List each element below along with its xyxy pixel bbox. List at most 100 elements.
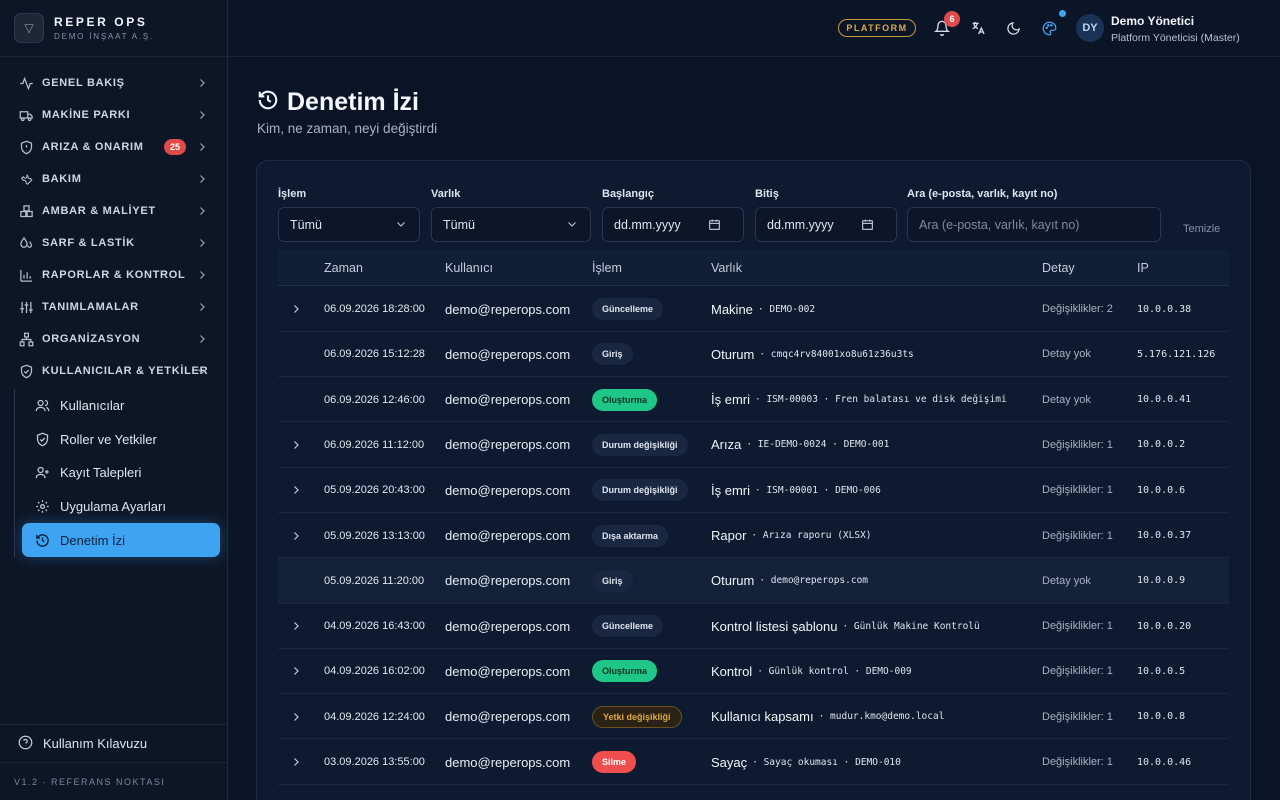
sidebar-item-sarf-lastik[interactable]: SARF & LASTİK xyxy=(0,227,227,259)
sidebar-item-roller-yetkiler[interactable]: Roller ve Yetkiler xyxy=(0,423,227,457)
sidebar-subnav: Kullanıcılar Roller ve Yetkiler Kayıt Ta… xyxy=(0,389,227,557)
entity-reference: · IE-DEMO-0024 · DEMO-001 xyxy=(746,439,890,451)
search-input[interactable]: Ara (e-posta, varlık, kayıt no) xyxy=(907,207,1161,242)
cell-operation: Durum değişikliği xyxy=(592,468,688,513)
shield-check-icon xyxy=(18,363,34,379)
expand-row-chevron-icon[interactable] xyxy=(290,649,302,694)
operation-badge: Dışa aktarma xyxy=(592,524,669,547)
chevron-right-icon xyxy=(196,268,208,286)
sidebar-item-kayit-talepleri[interactable]: Kayıt Talepleri xyxy=(0,456,227,490)
expand-row-chevron-icon[interactable] xyxy=(290,287,302,332)
cell-entity: Rapor · Arıza raporu (XLSX) xyxy=(711,513,872,558)
entity-type: Sayaç xyxy=(711,754,748,770)
entity-type: Kontrol listesi şablonu xyxy=(711,618,838,634)
column-header-time[interactable]: Zaman xyxy=(324,261,363,275)
column-header-entity[interactable]: Varlık xyxy=(711,261,742,275)
calendar-icon[interactable] xyxy=(861,218,874,234)
cell-detail: Detay yok xyxy=(1042,574,1091,587)
start-date-label: Başlangıç xyxy=(602,188,654,200)
cell-detail: Değişiklikler: 1 xyxy=(1042,529,1113,542)
column-header-user[interactable]: Kullanıcı xyxy=(445,261,493,275)
sidebar-item-tanimlamalar[interactable]: TANIMLAMALAR xyxy=(0,291,227,323)
operation-badge: Güncelleme xyxy=(592,615,664,638)
history-icon xyxy=(257,89,279,116)
translate-icon[interactable] xyxy=(968,18,988,38)
cell-detail: Değişiklikler: 2 xyxy=(1042,303,1113,315)
sidebar-item-kullanicilar[interactable]: Kullanıcılar xyxy=(0,389,227,423)
user-name[interactable]: Demo Yönetici xyxy=(1111,14,1194,28)
sidebar-item-ambar-maliyet[interactable]: AMBAR & MALİYET xyxy=(0,195,227,227)
entity-type: İş emri xyxy=(711,482,750,498)
column-header-detail[interactable]: Detay xyxy=(1042,261,1075,275)
count-badge: 25 xyxy=(164,139,186,155)
cell-operation: Oluşturma xyxy=(592,377,658,422)
cell-entity: Kontrol · Günlük kontrol · DEMO-009 xyxy=(711,649,912,694)
expand-row-chevron-icon[interactable] xyxy=(290,468,302,513)
brand[interactable]: ▽ REPER OPS DEMO İNŞAAT A.Ş. xyxy=(0,0,227,57)
sidebar-item-ariza-onarim[interactable]: ARIZA & ONARIM 25 xyxy=(0,131,227,163)
cell-detail: Değişiklikler: 1 xyxy=(1042,438,1113,451)
entity-type: Oturum xyxy=(711,346,755,362)
help-link[interactable]: Kullanım Kılavuzu xyxy=(0,724,227,762)
calendar-icon[interactable] xyxy=(708,218,721,234)
sidebar-item-raporlar-kontrol[interactable]: RAPORLAR & KONTROL xyxy=(0,259,227,291)
sidebar-item-uygulama-ayarlari[interactable]: Uygulama Ayarları xyxy=(0,490,227,524)
expand-row-chevron-icon[interactable] xyxy=(290,513,302,558)
column-header-operation[interactable]: İşlem xyxy=(592,261,622,275)
cell-time: 06.09.2026 15:12:28 xyxy=(324,348,425,361)
sidebar-item-makine-parki[interactable]: MAKİNE PARKI xyxy=(0,99,227,131)
cell-detail: Değişiklikler: 1 xyxy=(1042,484,1113,497)
cell-detail: Değişiklikler: 1 xyxy=(1042,665,1113,678)
table-row[interactable]: 03.09.2026 13:55:00 demo@reperops.com Silm… xyxy=(278,740,1229,785)
cell-time: 06.09.2026 11:12:00 xyxy=(324,438,425,451)
sidebar-item-organizasyon[interactable]: ORGANİZASYON xyxy=(0,323,227,355)
avatar[interactable]: DY xyxy=(1076,14,1104,42)
cell-ip: 10.0.0.2 xyxy=(1137,439,1186,451)
entity-type: Kontrol xyxy=(711,663,753,679)
cell-user: demo@reperops.com xyxy=(445,392,571,408)
moon-icon[interactable] xyxy=(1003,18,1023,38)
sidebar-item-kullanicilar-yetkiler[interactable]: KULLANICILAR & YETKİLER xyxy=(0,355,227,387)
end-date-input[interactable]: dd.mm.yyyy xyxy=(755,207,897,242)
chevron-right-icon xyxy=(196,204,208,222)
table-row[interactable]: 05.09.2026 13:13:00 demo@reperops.com Dışa… xyxy=(278,513,1229,559)
entity-select[interactable]: Tümü xyxy=(431,207,591,242)
droplets-icon xyxy=(18,235,34,251)
sidebar-item-label: Kullanıcılar xyxy=(60,398,125,414)
expand-row-chevron-icon[interactable] xyxy=(290,422,302,467)
expand-row-chevron-icon[interactable] xyxy=(290,740,302,785)
table-row[interactable]: 04.09.2026 16:43:00 demo@reperops.com Günc… xyxy=(278,604,1229,649)
operation-select[interactable]: Tümü xyxy=(278,207,420,242)
platform-badge[interactable]: PLATFORM xyxy=(838,19,916,37)
table-row[interactable]: 04.09.2026 12:24:00 demo@reperops.com Yetk… xyxy=(278,694,1229,740)
cell-ip: 10.0.0.5 xyxy=(1137,665,1186,677)
entity-reference: · Sayaç okuması · DEMO-010 xyxy=(752,756,901,768)
table-row[interactable]: 04.09.2026 16:02:00 demo@reperops.com Oluş… xyxy=(278,649,1229,695)
expand-row-chevron-icon[interactable] xyxy=(290,604,302,649)
palette-icon[interactable] xyxy=(1039,18,1059,38)
cell-operation: Silme xyxy=(592,740,637,785)
cell-user: demo@reperops.com xyxy=(445,437,571,453)
cell-entity: İş emri · ISM-00003 · Fren balatası ve di… xyxy=(711,377,1007,422)
chevron-down-icon xyxy=(395,218,407,233)
table-row[interactable]: 06.09.2026 11:12:00 demo@reperops.com Duru… xyxy=(278,422,1229,468)
table-row[interactable]: 05.09.2026 20:43:00 demo@reperops.com Duru… xyxy=(278,468,1229,513)
entity-reference: · Günlük Makine Kontrolü xyxy=(842,620,980,632)
page-title: Denetim İzi xyxy=(287,88,419,116)
sidebar-item-bakim[interactable]: BAKIM xyxy=(0,163,227,195)
column-header-ip[interactable]: IP xyxy=(1137,261,1149,275)
entity-type: Kullanıcı kapsamı xyxy=(711,709,814,725)
help-circle-icon xyxy=(18,735,33,753)
cell-ip: 10.0.0.46 xyxy=(1137,756,1192,768)
clear-filters-button[interactable]: Temizle xyxy=(1183,223,1220,235)
sidebar-item-denetim-izi[interactable]: Denetim İzi xyxy=(22,523,220,557)
cell-detail: Detay yok xyxy=(1042,393,1091,406)
operation-select-value: Tümü xyxy=(290,217,322,232)
expand-row-chevron-icon[interactable] xyxy=(290,694,302,739)
chevron-down-icon xyxy=(196,364,208,382)
table-row[interactable]: 06.09.2026 18:28:00 demo@reperops.com Günc… xyxy=(278,287,1229,332)
user-role: Platform Yöneticisi (Master) xyxy=(1111,32,1240,44)
sidebar-item-genel-bakis[interactable]: GENEL BAKIŞ xyxy=(0,67,227,99)
start-date-input[interactable]: dd.mm.yyyy xyxy=(602,207,744,242)
cell-user: demo@reperops.com xyxy=(445,754,571,770)
